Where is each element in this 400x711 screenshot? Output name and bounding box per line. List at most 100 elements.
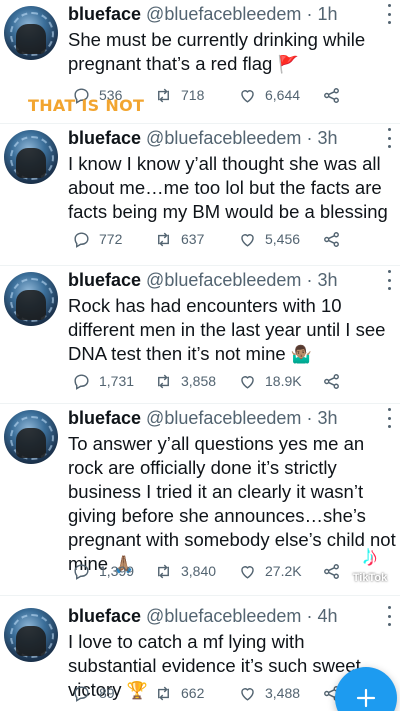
reply-icon: [74, 563, 89, 580]
retweet-icon: [158, 374, 169, 388]
heart-icon: [241, 89, 254, 103]
tweet-text: She must be currently drinking while pre…: [68, 28, 398, 77]
handle[interactable]: @bluefacebleedem: [146, 270, 301, 290]
display-name[interactable]: blueface: [68, 606, 141, 626]
tiktok-logo-icon: ♪: [363, 540, 377, 571]
share-icon: [324, 87, 339, 103]
retweet-button[interactable]: 637: [154, 228, 204, 250]
tweet-text-body: She must be currently drinking while pre…: [68, 29, 366, 74]
like-button[interactable]: 5,456: [238, 228, 300, 250]
retweet-count: 718: [181, 87, 205, 103]
avatar[interactable]: [4, 608, 58, 662]
tweet-text-body: I know I know y’all thought she was all …: [68, 153, 388, 222]
share-icon: [324, 563, 339, 579]
avatar[interactable]: [4, 272, 58, 326]
like-button[interactable]: 6,644: [238, 84, 300, 106]
shrug-emoji: 🤷🏽‍♂️: [290, 345, 312, 365]
tweet-4[interactable]: blueface @bluefacebleedem · 3h To answer…: [0, 404, 400, 596]
like-button[interactable]: 18.9K: [238, 370, 302, 392]
handle[interactable]: @bluefacebleedem: [146, 606, 301, 626]
retweet-icon: [158, 686, 169, 700]
display-name[interactable]: blueface: [68, 408, 141, 428]
retweet-button[interactable]: 718: [154, 84, 204, 106]
heart-icon: [241, 687, 254, 701]
handle[interactable]: @bluefacebleedem: [146, 4, 301, 24]
more-dots-icon[interactable]: [386, 4, 392, 24]
tweet-header: blueface @bluefacebleedem · 1h: [68, 4, 337, 25]
more-dots-icon[interactable]: [386, 128, 392, 148]
tweet-2[interactable]: blueface @bluefacebleedem · 3h I know I …: [0, 124, 400, 266]
display-name[interactable]: blueface: [68, 128, 141, 148]
red-flag-emoji: 🚩: [277, 55, 299, 75]
display-name[interactable]: blueface: [68, 4, 141, 24]
like-button[interactable]: 27.2K: [238, 560, 302, 582]
more-dots-icon[interactable]: [386, 606, 392, 626]
retweet-button[interactable]: 662: [154, 682, 204, 704]
tweet-header: blueface @bluefacebleedem · 3h: [68, 408, 337, 429]
heart-icon: [241, 565, 254, 579]
tweet-3[interactable]: blueface @bluefacebleedem · 3h Rock has …: [0, 266, 400, 404]
retweet-count: 3,858: [181, 373, 217, 389]
tweet-header: blueface @bluefacebleedem · 3h: [68, 128, 337, 149]
reply-count: 1,731: [99, 373, 135, 389]
heart-icon: [241, 375, 254, 389]
share-button[interactable]: [322, 560, 341, 582]
like-count: 5,456: [265, 231, 301, 247]
share-button[interactable]: [322, 228, 341, 250]
separator: ·: [306, 4, 318, 24]
reply-button[interactable]: 1,399: [72, 560, 134, 582]
like-button[interactable]: 3,488: [238, 682, 300, 704]
avatar[interactable]: [4, 410, 58, 464]
separator: ·: [306, 606, 318, 626]
retweet-icon: [158, 564, 169, 578]
avatar[interactable]: [4, 130, 58, 184]
reply-icon: [74, 231, 89, 248]
handle[interactable]: @bluefacebleedem: [146, 408, 301, 428]
timestamp[interactable]: 4h: [317, 606, 337, 626]
reply-icon: [74, 685, 89, 702]
share-button[interactable]: [322, 84, 341, 106]
timestamp[interactable]: 3h: [317, 408, 337, 428]
retweet-count: 662: [181, 685, 205, 701]
tweet-text: I know I know y’all thought she was all …: [68, 152, 398, 224]
retweet-count: 637: [181, 231, 205, 247]
retweet-count: 3,840: [181, 563, 217, 579]
reply-count: 89: [99, 685, 115, 701]
handle[interactable]: @bluefacebleedem: [146, 128, 301, 148]
retweet-button[interactable]: 3,858: [154, 370, 216, 392]
reply-count: 1,399: [99, 563, 135, 579]
action-bar: 1,731 3,858 18.9K: [72, 370, 392, 392]
retweet-button[interactable]: 3,840: [154, 560, 216, 582]
timestamp[interactable]: 3h: [317, 270, 337, 290]
avatar[interactable]: [4, 6, 58, 60]
tiktok-watermark: ♪ TikTok: [344, 540, 396, 600]
retweet-icon: [158, 88, 169, 102]
timestamp[interactable]: 3h: [317, 128, 337, 148]
separator: ·: [306, 408, 318, 428]
reply-button[interactable]: 772: [72, 228, 122, 250]
like-count: 27.2K: [265, 563, 302, 579]
like-count: 6,644: [265, 87, 301, 103]
more-dots-icon[interactable]: [386, 408, 392, 428]
tiktok-wordmark: TikTok: [352, 572, 388, 584]
video-caption-overlay: THAT IS NOT: [28, 96, 145, 115]
tweet-text-body: Rock has had encounters with 10 differen…: [68, 295, 386, 364]
reply-button[interactable]: 1,731: [72, 370, 134, 392]
tweet-text: Rock has had encounters with 10 differen…: [68, 294, 398, 367]
share-button[interactable]: [322, 370, 341, 392]
timestamp[interactable]: 1h: [317, 4, 337, 24]
reply-icon: [74, 373, 89, 390]
like-count: 18.9K: [265, 373, 302, 389]
more-dots-icon[interactable]: [386, 270, 392, 290]
tweet-header: blueface @bluefacebleedem · 3h: [68, 270, 337, 291]
retweet-icon: [158, 232, 169, 246]
like-count: 3,488: [265, 685, 301, 701]
action-bar: 772 637 5,456: [72, 228, 392, 250]
share-icon: [324, 373, 339, 389]
reply-button[interactable]: 89: [72, 682, 115, 704]
tweet-header: blueface @bluefacebleedem · 4h: [68, 606, 337, 627]
display-name[interactable]: blueface: [68, 270, 141, 290]
reply-count: 772: [99, 231, 123, 247]
heart-icon: [241, 233, 254, 247]
separator: ·: [306, 270, 318, 290]
